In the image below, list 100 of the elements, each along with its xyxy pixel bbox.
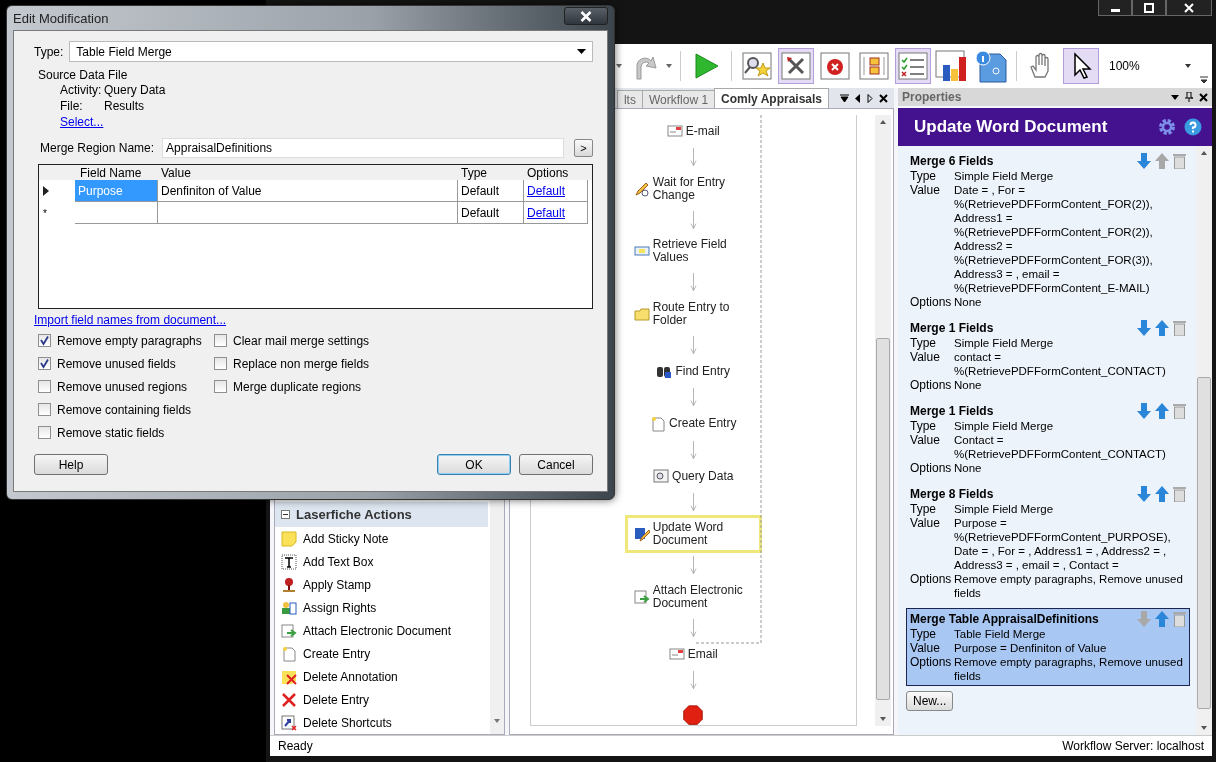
settings-icon[interactable] (1158, 118, 1176, 136)
merge-card[interactable]: Merge 1 Fields Type Simple Field Merge Value contact = %(RetrievePDFFormContent_CONTACT) Options None (906, 317, 1190, 395)
scroll-down-icon[interactable] (492, 718, 501, 724)
property-value: Contact = %(RetrievePDFFormContent_CONTACT) (954, 433, 1166, 461)
action-item[interactable]: Create Entry (303, 646, 371, 661)
zoom-dropdown[interactable]: 100% (1102, 54, 1199, 78)
scroll-down-icon[interactable] (1200, 725, 1208, 731)
scroll-up-icon[interactable] (879, 119, 887, 125)
move-down-icon[interactable] (1137, 153, 1151, 169)
import-link[interactable]: Import field names from document... (34, 313, 227, 327)
collapse-icon[interactable] (281, 510, 290, 519)
merge-card[interactable]: Merge Table AppraisalDefinitions Type Table Field Merge Value Purpose = Denfiniton of Value Options Remove empty paragraphs, Remove unused fields (906, 608, 1190, 686)
checkbox[interactable] (38, 357, 51, 370)
region-field[interactable]: AppraisalDefinitions (162, 138, 564, 158)
table-cell[interactable] (158, 202, 458, 224)
checkbox[interactable] (38, 426, 51, 439)
document-tab[interactable]: lts (616, 90, 643, 108)
type-dropdown[interactable]: Table Field Merge (69, 41, 593, 62)
delete-icon[interactable] (1173, 320, 1186, 336)
property-label: Value (910, 183, 941, 199)
dropdown-icon[interactable] (1171, 93, 1179, 101)
move-up-icon[interactable] (1155, 153, 1169, 169)
delete-icon[interactable] (1173, 611, 1186, 627)
table-cell[interactable] (75, 202, 158, 224)
action-item[interactable]: Apply Stamp (303, 577, 372, 592)
scroll-thumb[interactable] (876, 338, 890, 700)
checkbox[interactable] (214, 357, 227, 370)
tools-button[interactable] (778, 48, 814, 84)
workflow-activity[interactable]: Retrieve Field Values (624, 232, 762, 271)
dialog-button[interactable]: Help (34, 454, 108, 475)
scroll-down-icon[interactable] (879, 716, 887, 722)
dialog-button[interactable]: OK (437, 454, 511, 475)
table-cell[interactable]: Default (458, 202, 524, 224)
close-button[interactable] (1166, 0, 1212, 16)
browse-button[interactable]: > (574, 139, 593, 157)
scroll-right-icon[interactable] (867, 93, 873, 103)
workflow-activity[interactable]: Wait for Entry Change (624, 169, 762, 208)
dialog-button[interactable]: Cancel (519, 454, 593, 475)
grid-row[interactable]: Purpose Denfiniton of Value Default Default (39, 180, 592, 202)
delete-icon[interactable] (1173, 486, 1186, 502)
workflow-activity[interactable]: Attach Electronic Document (624, 577, 762, 616)
select-link[interactable]: Select... (60, 114, 104, 130)
options-link[interactable]: Default (527, 183, 566, 198)
checklist-button[interactable] (895, 48, 931, 84)
action-item[interactable]: Delete Entry (303, 692, 370, 707)
cursor-button[interactable] (1063, 48, 1099, 84)
action-item[interactable]: Add Sticky Note (303, 531, 389, 546)
scroll-up-icon[interactable] (1200, 150, 1208, 156)
delete-icon[interactable] (1173, 403, 1186, 419)
move-down-icon[interactable] (1137, 320, 1151, 336)
move-up-icon[interactable] (1155, 611, 1169, 627)
action-item[interactable]: Delete Annotation (303, 669, 398, 684)
document-tab[interactable]: Comly Appraisals (714, 88, 829, 108)
overflow-icon[interactable] (1200, 76, 1208, 84)
checkbox[interactable] (214, 334, 227, 347)
scroll-left-icon[interactable] (855, 93, 861, 103)
close-icon[interactable] (1199, 92, 1208, 102)
action-item[interactable]: Delete Shortcuts (303, 715, 392, 730)
pin-icon[interactable] (1185, 92, 1193, 102)
maximize-button[interactable] (1132, 0, 1166, 16)
table-cell[interactable]: Default (458, 180, 524, 202)
info-document-button[interactable] (973, 48, 1009, 84)
workflow-activity[interactable]: Create Entry (641, 409, 746, 438)
tab-list-icon[interactable] (840, 93, 849, 103)
grid-row[interactable]: * Default Default (39, 202, 592, 224)
workflow-activity[interactable]: Update Word Document (624, 515, 762, 554)
checkbox[interactable] (214, 380, 227, 393)
move-down-icon[interactable] (1137, 486, 1151, 502)
workflow-activity[interactable]: Email (659, 640, 727, 669)
scrollbar[interactable] (1196, 146, 1212, 735)
workflow-activity[interactable]: Route Entry to Folder (624, 294, 762, 333)
options-link[interactable]: Default (527, 205, 566, 220)
new-button[interactable]: New... (906, 691, 954, 711)
action-item[interactable]: Assign Rights (303, 600, 377, 615)
checkbox[interactable] (38, 380, 51, 393)
move-up-icon[interactable] (1155, 486, 1169, 502)
checkbox[interactable] (38, 334, 51, 347)
checkbox[interactable] (38, 403, 51, 416)
move-up-icon[interactable] (1155, 320, 1169, 336)
merge-card[interactable]: Merge 1 Fields Type Simple Field Merge Value Contact = %(RetrievePDFFormContent_CONTACT) Options None (906, 400, 1190, 478)
action-item[interactable]: Add Text Box (303, 554, 374, 569)
checkbox-label: Merge duplicate regions (233, 379, 362, 394)
move-up-icon[interactable] (1155, 403, 1169, 419)
property-label: Options (910, 572, 953, 588)
panel-title: Properties (902, 90, 962, 104)
close-icon[interactable] (879, 93, 888, 103)
document-tab[interactable]: Workflow 1 (641, 90, 716, 108)
action-item[interactable]: Attach Electronic Document (303, 623, 452, 638)
move-down-icon[interactable] (1137, 403, 1151, 419)
scroll-thumb[interactable] (1197, 377, 1211, 709)
table-cell[interactable]: Denfiniton of Value (158, 180, 458, 202)
workflow-activity[interactable]: Find Entry (647, 357, 740, 386)
help-icon[interactable] (1184, 118, 1202, 136)
scrollbar[interactable] (875, 115, 891, 726)
close-button[interactable] (564, 7, 608, 25)
group-header[interactable]: Laserfiche Actions (275, 502, 488, 527)
minimize-button[interactable] (1098, 0, 1132, 16)
delete-icon[interactable] (1173, 153, 1186, 169)
workflow-activity[interactable]: E-mail (657, 117, 729, 145)
workflow-activity[interactable]: Query Data (644, 462, 743, 491)
